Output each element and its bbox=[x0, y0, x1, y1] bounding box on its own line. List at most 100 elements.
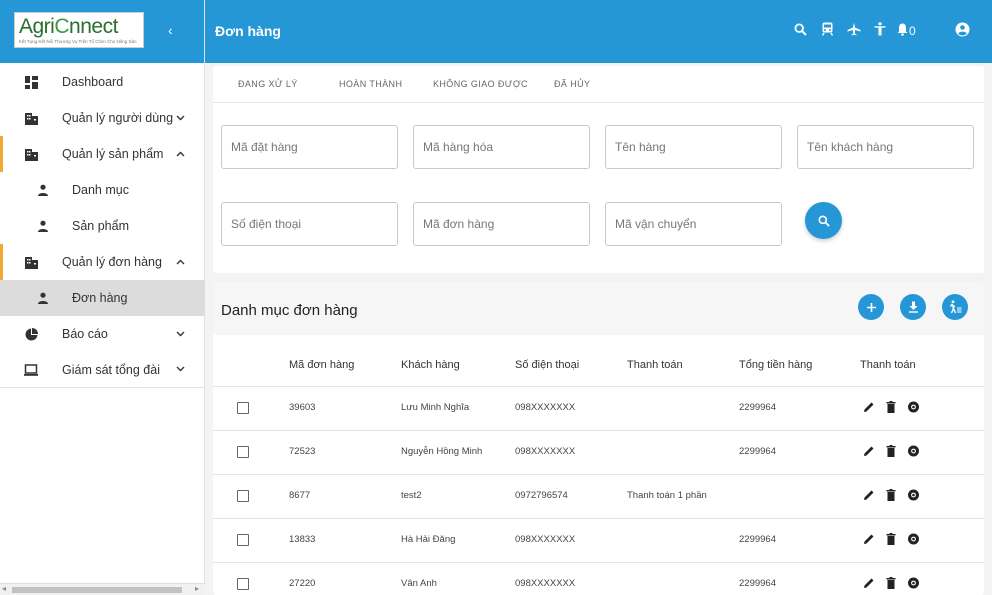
table-row[interactable]: 39603 Lưu Minh Nghĩa 098XXXXXXX 2299964 bbox=[213, 387, 984, 431]
view-icon[interactable] bbox=[906, 444, 920, 458]
tab-cancelled[interactable]: ĐÃ HỦY bbox=[554, 79, 590, 89]
tab-processing[interactable]: ĐANG XỬ LÝ bbox=[238, 79, 298, 89]
table-card-header: Danh mục đơn hàng bbox=[213, 282, 984, 335]
sidebar-item-orders-group[interactable]: Quản lý đơn hàng bbox=[0, 244, 205, 280]
sidebar-item-users[interactable]: Quản lý người dùng bbox=[0, 100, 205, 136]
airplane-icon[interactable] bbox=[845, 20, 863, 38]
customer-name-input[interactable] bbox=[797, 125, 974, 169]
view-icon[interactable] bbox=[906, 576, 920, 590]
filter-walk-button[interactable] bbox=[942, 294, 968, 320]
row-checkbox[interactable] bbox=[237, 490, 249, 502]
download-button[interactable] bbox=[900, 294, 926, 320]
search-icon[interactable] bbox=[791, 20, 809, 38]
accessibility-icon[interactable] bbox=[871, 20, 889, 38]
row-checkbox[interactable] bbox=[237, 446, 249, 458]
plus-icon bbox=[866, 302, 877, 313]
sidebar-item-dashboard[interactable]: Dashboard bbox=[0, 64, 205, 100]
edit-icon[interactable] bbox=[862, 400, 876, 414]
row-checkbox[interactable] bbox=[237, 534, 249, 546]
row-checkbox[interactable] bbox=[237, 402, 249, 414]
add-order-button[interactable] bbox=[858, 294, 884, 320]
edit-icon[interactable] bbox=[862, 532, 876, 546]
sidebar-item-label: Dashboard bbox=[62, 75, 124, 89]
chevron-up-icon bbox=[176, 257, 185, 268]
order-code-input[interactable] bbox=[221, 125, 398, 169]
sidebar-item-categories[interactable]: Danh mục bbox=[0, 172, 205, 208]
cell-total: 2299964 bbox=[739, 446, 776, 457]
sidebar-item-reports[interactable]: Báo cáo bbox=[0, 316, 205, 352]
column-header-phone[interactable]: Số điện thoại bbox=[515, 359, 579, 371]
cell-customer: Nguyễn Hồng Minh bbox=[401, 446, 483, 457]
row-checkbox[interactable] bbox=[237, 578, 249, 590]
column-header-payment[interactable]: Thanh toán bbox=[627, 359, 683, 371]
product-name-input[interactable] bbox=[605, 125, 782, 169]
orders-table-card: Danh mục đơn hàng Mã đơn hàng Khách hàng… bbox=[213, 282, 984, 595]
tab-undelivered[interactable]: KHÔNG GIAO ĐƯỢC bbox=[433, 79, 528, 89]
sidebar-item-products[interactable]: Quản lý sản phẩm bbox=[0, 136, 205, 172]
cell-phone: 098XXXXXXX bbox=[515, 578, 576, 589]
pie-chart-icon bbox=[24, 327, 38, 341]
top-bar: Đơn hàng 0 bbox=[205, 0, 992, 63]
account-icon[interactable] bbox=[953, 20, 971, 38]
chevron-up-icon bbox=[176, 149, 185, 160]
sidebar-header: AgriCnnect Kết Tụng Kết Nổi Thương Vụ Tr… bbox=[0, 0, 204, 63]
logo[interactable]: AgriCnnect Kết Tụng Kết Nổi Thương Vụ Tr… bbox=[14, 12, 144, 48]
delete-icon[interactable] bbox=[884, 488, 898, 502]
column-header-total[interactable]: Tổng tiền hàng bbox=[739, 359, 812, 371]
sidebar-item-orders[interactable]: Đơn hàng bbox=[0, 280, 205, 316]
order-number-input[interactable] bbox=[413, 202, 590, 246]
table-row[interactable]: 27220 Vân Anh 098XXXXXXX 2299964 bbox=[213, 563, 984, 595]
table-row[interactable]: 13833 Hà Hải Đăng 098XXXXXXX 2299964 bbox=[213, 519, 984, 563]
notification-count: 0 bbox=[909, 24, 916, 38]
view-icon[interactable] bbox=[906, 400, 920, 414]
cell-customer: Vân Anh bbox=[401, 578, 437, 589]
product-code-input[interactable] bbox=[413, 125, 590, 169]
column-header-order-code[interactable]: Mã đơn hàng bbox=[289, 359, 354, 371]
view-icon[interactable] bbox=[906, 488, 920, 502]
delete-icon[interactable] bbox=[884, 532, 898, 546]
scrollbar-thumb[interactable] bbox=[12, 587, 182, 593]
cell-total: 2299964 bbox=[739, 578, 776, 589]
edit-icon[interactable] bbox=[862, 488, 876, 502]
edit-icon[interactable] bbox=[862, 444, 876, 458]
sidebar-item-label: Danh mục bbox=[72, 183, 129, 197]
sidebar-item-call-monitoring[interactable]: Giám sát tổng đài bbox=[0, 352, 205, 388]
table-title: Danh mục đơn hàng bbox=[221, 302, 358, 319]
person-icon bbox=[36, 219, 50, 233]
sidebar-item-label: Sản phẩm bbox=[72, 219, 129, 233]
scroll-right-icon[interactable]: ▸ bbox=[195, 584, 199, 593]
sidebar-item-label: Quản lý đơn hàng bbox=[62, 255, 162, 269]
chevron-down-icon bbox=[176, 329, 185, 340]
notifications-icon[interactable]: 0 bbox=[897, 20, 923, 38]
edit-icon[interactable] bbox=[862, 576, 876, 590]
phone-input[interactable] bbox=[221, 202, 398, 246]
delete-icon[interactable] bbox=[884, 400, 898, 414]
collapse-sidebar-icon[interactable]: ‹ bbox=[168, 22, 173, 38]
sidebar-horizontal-scrollbar[interactable]: ◂ ▸ bbox=[0, 583, 205, 595]
page-title: Đơn hàng bbox=[215, 23, 281, 39]
delete-icon[interactable] bbox=[884, 576, 898, 590]
column-header-customer[interactable]: Khách hàng bbox=[401, 359, 460, 371]
table-row[interactable]: 8677 test2 0972796574 Thanh toán 1 phần bbox=[213, 475, 984, 519]
shipping-code-input[interactable] bbox=[605, 202, 782, 246]
tab-completed[interactable]: HOÀN THÀNH bbox=[339, 79, 402, 89]
search-button[interactable] bbox=[805, 202, 842, 239]
table-row[interactable]: 72523 Nguyễn Hồng Minh 098XXXXXXX 229996… bbox=[213, 431, 984, 475]
cell-order-code: 39603 bbox=[289, 402, 316, 413]
person-icon bbox=[36, 183, 50, 197]
scroll-left-icon[interactable]: ◂ bbox=[2, 584, 6, 593]
delete-icon[interactable] bbox=[884, 444, 898, 458]
person-icon bbox=[36, 291, 50, 305]
cell-order-code: 8677 bbox=[289, 490, 311, 501]
train-icon[interactable] bbox=[818, 20, 836, 38]
chevron-down-icon bbox=[176, 113, 185, 124]
sidebar-item-label: Quản lý sản phẩm bbox=[62, 147, 164, 161]
filter-card: ĐANG XỬ LÝ HOÀN THÀNH KHÔNG GIAO ĐƯỢC ĐÃ… bbox=[213, 66, 984, 273]
cell-customer: Lưu Minh Nghĩa bbox=[401, 402, 470, 413]
cell-order-code: 72523 bbox=[289, 446, 316, 457]
sidebar-item-products-list[interactable]: Sản phẩm bbox=[0, 208, 205, 244]
divider bbox=[213, 102, 984, 103]
cell-customer: Hà Hải Đăng bbox=[401, 534, 456, 545]
view-icon[interactable] bbox=[906, 532, 920, 546]
person-walking-icon bbox=[948, 300, 962, 314]
